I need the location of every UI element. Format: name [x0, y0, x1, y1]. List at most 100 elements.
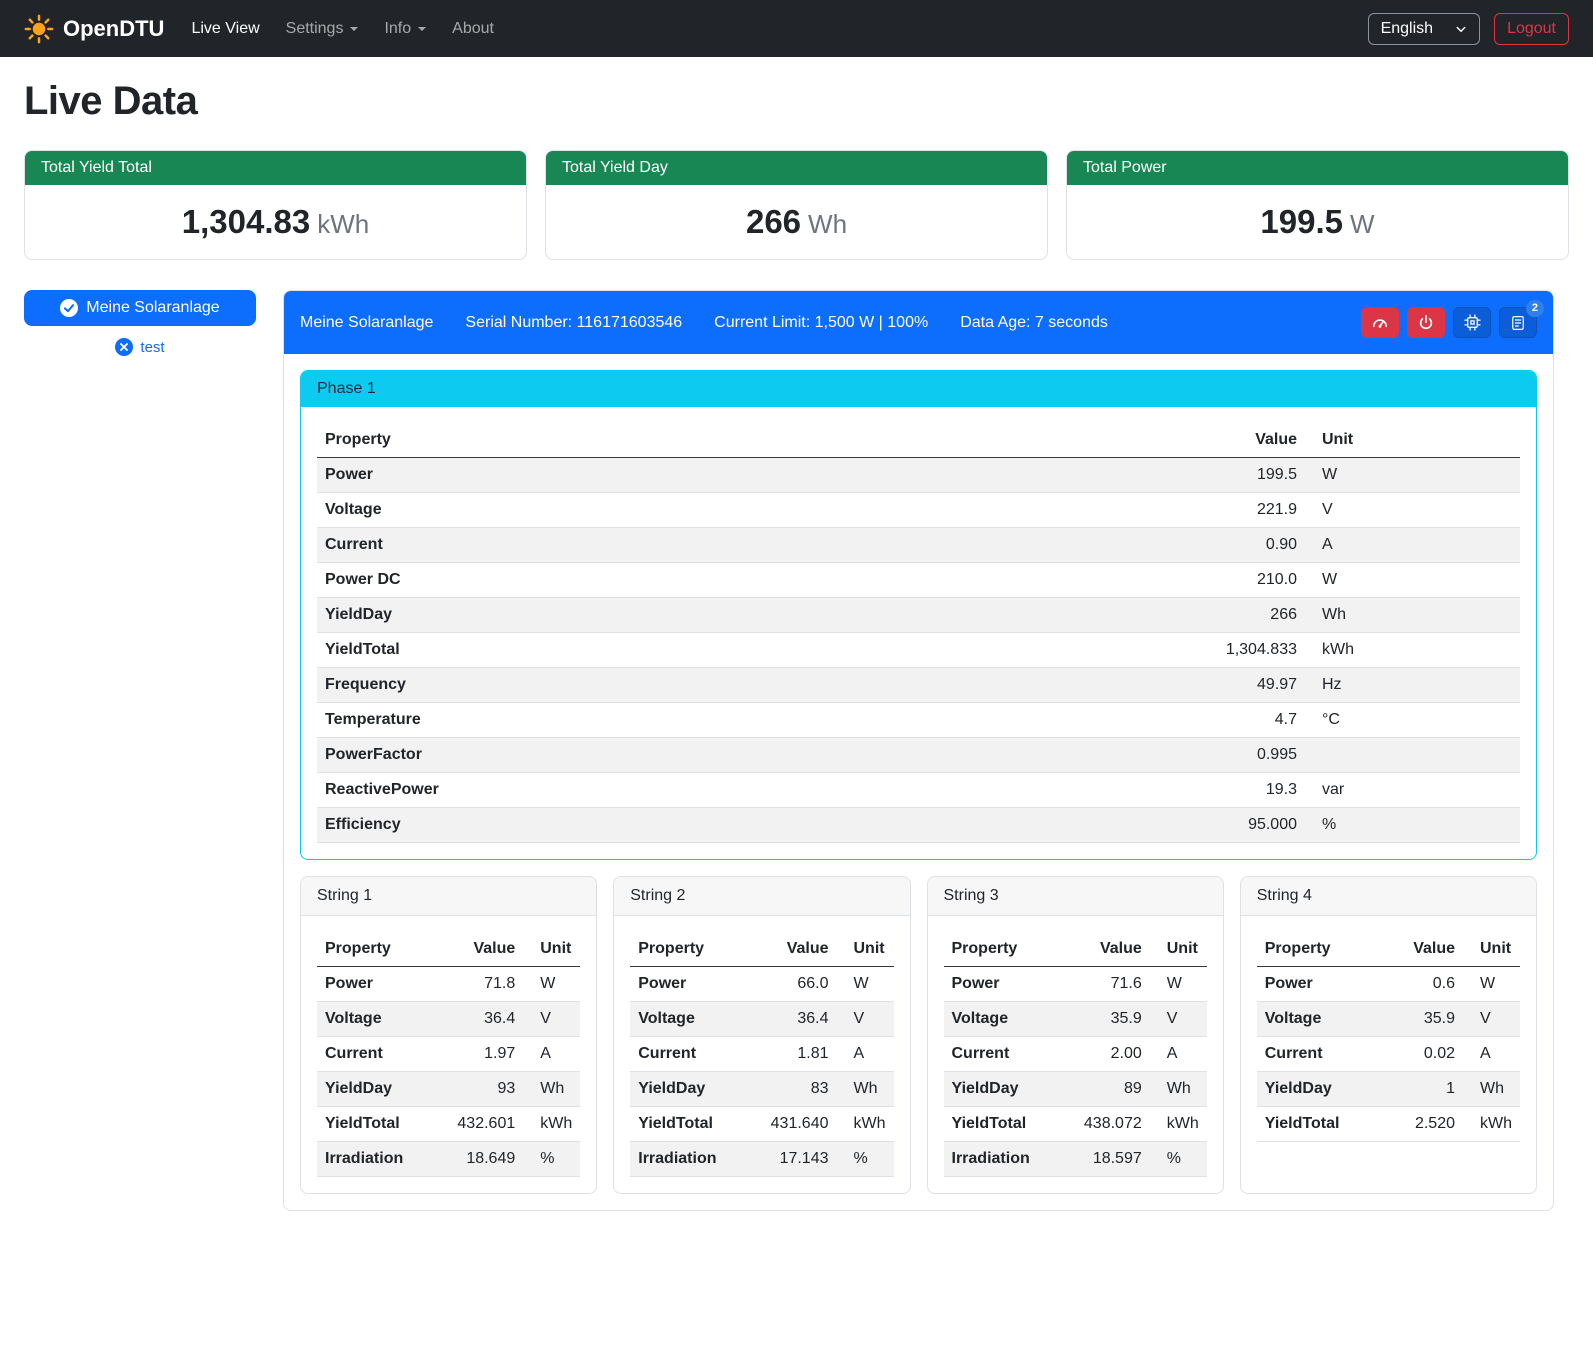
gauge-icon [1370, 313, 1390, 333]
row-value: 1,304.833 [1185, 633, 1305, 668]
row-unit: A [837, 1037, 894, 1072]
string-card-3: String 3 Property Value Unit Power71.6WV… [927, 876, 1224, 1194]
row-value: 0.90 [1185, 528, 1305, 563]
nav-settings[interactable]: Settings [273, 12, 372, 46]
inverter-label: test [140, 339, 164, 356]
card-body: 199.5W [1067, 185, 1568, 259]
logout-button[interactable]: Logout [1494, 13, 1569, 45]
column-header-unit: Unit [1150, 932, 1207, 967]
row-value: 2.00 [1062, 1037, 1150, 1072]
phase-card-title: Phase 1 [301, 371, 1536, 407]
table-row: Frequency49.97Hz [317, 668, 1520, 703]
row-value: 35.9 [1062, 1002, 1150, 1037]
device-info-button[interactable] [1453, 307, 1491, 338]
row-property: YieldTotal [630, 1107, 748, 1142]
phase-card-body: Property Value Unit Power199.5WVoltage22… [301, 407, 1536, 859]
column-header-value: Value [1062, 932, 1150, 967]
row-unit: % [1305, 808, 1520, 843]
row-value: 1.81 [749, 1037, 837, 1072]
row-property: Power [630, 967, 748, 1002]
row-value: 4.7 [1185, 703, 1305, 738]
brand[interactable]: OpenDTU [24, 14, 164, 44]
row-value: 221.9 [1185, 493, 1305, 528]
string-card-title: String 2 [614, 877, 909, 916]
table-row: Current1.81A [630, 1037, 893, 1072]
row-value: 83 [749, 1072, 837, 1107]
row-property: Current [317, 1037, 435, 1072]
row-unit: % [837, 1142, 894, 1177]
row-unit: A [1463, 1037, 1520, 1072]
card-value: 199.5 [1260, 203, 1343, 240]
table-row: Power66.0W [630, 967, 893, 1002]
row-property: YieldTotal [1257, 1107, 1375, 1142]
row-property: Irradiation [944, 1142, 1062, 1177]
table-row: Current0.90A [317, 528, 1520, 563]
table-header-row: Property Value Unit [630, 932, 893, 967]
nav-live-view[interactable]: Live View [178, 12, 272, 46]
inverter-panel: Meine Solaranlage Serial Number: 1161716… [283, 290, 1554, 1211]
row-property: Power DC [317, 563, 1185, 598]
row-unit: W [523, 967, 580, 1002]
column-header-property: Property [317, 932, 435, 967]
column-header-unit: Unit [1463, 932, 1520, 967]
row-unit: kWh [1305, 633, 1520, 668]
column-header-unit: Unit [523, 932, 580, 967]
row-value: 210.0 [1185, 563, 1305, 598]
table-row: Current2.00A [944, 1037, 1207, 1072]
row-unit: V [1150, 1002, 1207, 1037]
inverter-name: Meine Solaranlage [300, 314, 433, 332]
nav-links: Live View Settings Info About [178, 12, 507, 46]
data-age: Data Age: 7 seconds [960, 314, 1108, 332]
string-card-body: Property Value Unit Power71.8WVoltage36.… [301, 916, 596, 1193]
string-card-title: String 1 [301, 877, 596, 916]
journal-icon [1509, 314, 1527, 332]
column-header-property: Property [317, 423, 1185, 458]
string-table: Property Value Unit Power0.6WVoltage35.9… [1257, 932, 1520, 1142]
row-value: 36.4 [435, 1002, 523, 1037]
row-unit: Wh [837, 1072, 894, 1107]
row-property: Irradiation [630, 1142, 748, 1177]
row-property: Temperature [317, 703, 1185, 738]
row-value: 95.000 [1185, 808, 1305, 843]
row-unit: kWh [837, 1107, 894, 1142]
serial-number: Serial Number: 116171603546 [465, 314, 682, 332]
row-property: Frequency [317, 668, 1185, 703]
row-unit: Wh [1150, 1072, 1207, 1107]
row-unit: A [1150, 1037, 1207, 1072]
row-unit: W [1150, 967, 1207, 1002]
nav-info[interactable]: Info [371, 12, 439, 46]
nav-about[interactable]: About [439, 12, 507, 46]
row-property: PowerFactor [317, 738, 1185, 773]
row-value: 2.520 [1375, 1107, 1463, 1142]
row-property: Voltage [630, 1002, 748, 1037]
row-unit: W [1305, 458, 1520, 493]
language-select[interactable]: English [1368, 13, 1480, 45]
row-value: 89 [1062, 1072, 1150, 1107]
row-property: YieldTotal [944, 1107, 1062, 1142]
x-circle-icon [115, 338, 133, 356]
navbar-right: English Logout [1368, 13, 1569, 45]
power-button[interactable] [1407, 307, 1445, 338]
row-value: 18.597 [1062, 1142, 1150, 1177]
inverter-select-meine-solaranlage[interactable]: Meine Solaranlage [24, 290, 256, 326]
string-card-body: Property Value Unit Power71.6WVoltage35.… [928, 916, 1223, 1193]
row-unit: kWh [1150, 1107, 1207, 1142]
events-count-badge: 2 [1526, 300, 1544, 317]
column-header-value: Value [749, 932, 837, 967]
event-log-button[interactable]: 2 [1499, 307, 1537, 338]
row-value: 266 [1185, 598, 1305, 633]
column-header-value: Value [435, 932, 523, 967]
limit-settings-button[interactable] [1361, 307, 1399, 338]
phase-table: Property Value Unit Power199.5WVoltage22… [317, 423, 1520, 843]
row-unit: V [1305, 493, 1520, 528]
inverter-select-test[interactable]: test [24, 338, 256, 356]
table-row: Voltage35.9V [1257, 1002, 1520, 1037]
row-value: 0.02 [1375, 1037, 1463, 1072]
card-total-yield-total: Total Yield Total 1,304.83kWh [24, 150, 527, 260]
row-property: Power [317, 967, 435, 1002]
table-row: Irradiation18.649% [317, 1142, 580, 1177]
table-row: YieldTotal2.520kWh [1257, 1107, 1520, 1142]
string-table-body: Power66.0WVoltage36.4VCurrent1.81AYieldD… [630, 967, 893, 1177]
row-unit: % [523, 1142, 580, 1177]
row-unit: kWh [523, 1107, 580, 1142]
